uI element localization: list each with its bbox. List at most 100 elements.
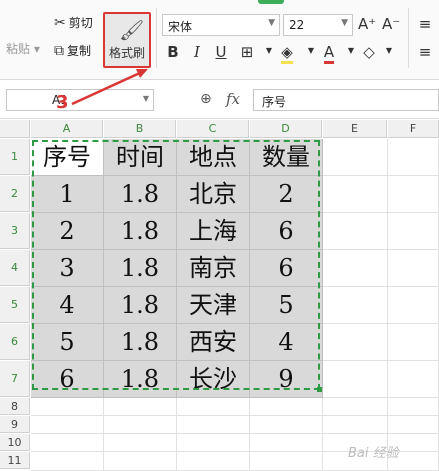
fill-handle[interactable]	[317, 387, 322, 392]
cell-b6[interactable]: 1.8	[104, 324, 177, 361]
empty-cell[interactable]	[250, 434, 323, 452]
font-name-select[interactable]: 宋体 ▼	[162, 14, 280, 36]
shrink-font-button[interactable]: A⁻	[382, 15, 400, 33]
empty-cell[interactable]	[323, 213, 388, 250]
empty-cell[interactable]	[177, 452, 250, 471]
row-header-6[interactable]: 6	[0, 324, 30, 360]
formula-input[interactable]: 序号	[253, 89, 439, 111]
cell-b2[interactable]: 1.8	[104, 176, 177, 213]
empty-cell[interactable]	[388, 324, 439, 361]
column-header-b[interactable]: B	[104, 120, 176, 138]
empty-cell[interactable]	[388, 250, 439, 287]
cell-d1[interactable]: 数量	[250, 139, 323, 176]
zoom-icon[interactable]: ⊕	[200, 91, 212, 107]
empty-cell[interactable]	[104, 416, 177, 434]
column-header-f[interactable]: F	[388, 120, 439, 138]
row-header-5[interactable]: 5	[0, 287, 30, 323]
italic-button[interactable]: I	[188, 43, 206, 61]
border-button[interactable]: ⊞	[238, 43, 256, 61]
clear-dropdown[interactable]: ▼	[380, 46, 398, 55]
cell-d3[interactable]: 6	[250, 213, 323, 250]
row-header-10[interactable]: 10	[0, 434, 30, 451]
align-button[interactable]: ≡	[416, 15, 434, 33]
empty-cell[interactable]	[323, 250, 388, 287]
column-header-e[interactable]: E	[323, 120, 387, 138]
align-button-2[interactable]: ≡	[416, 43, 434, 61]
cell-a5[interactable]: 4	[31, 287, 104, 324]
empty-cell[interactable]	[31, 434, 104, 452]
paste-button[interactable]: 粘贴 ▾	[6, 40, 40, 57]
empty-cell[interactable]	[250, 398, 323, 416]
cell-a4[interactable]: 3	[31, 250, 104, 287]
column-header-d[interactable]: D	[250, 120, 322, 138]
cell-d7[interactable]: 9	[250, 361, 323, 398]
name-box[interactable]: A1 ▼	[6, 89, 154, 111]
empty-cell[interactable]	[104, 434, 177, 452]
column-header-a[interactable]: A	[31, 120, 103, 138]
empty-cell[interactable]	[388, 176, 439, 213]
column-header-c[interactable]: C	[177, 120, 249, 138]
row-header-1[interactable]: 1	[0, 139, 30, 175]
empty-cell[interactable]	[323, 176, 388, 213]
empty-cell[interactable]	[388, 213, 439, 250]
select-all-corner[interactable]	[0, 120, 30, 138]
cell-a7[interactable]: 6	[31, 361, 104, 398]
grow-font-button[interactable]: A⁺	[358, 15, 376, 33]
empty-cell[interactable]	[31, 416, 104, 434]
empty-cell[interactable]	[177, 416, 250, 434]
empty-cell[interactable]	[323, 361, 388, 398]
empty-cell[interactable]	[31, 398, 104, 416]
empty-cell[interactable]	[177, 398, 250, 416]
fill-dropdown[interactable]: ▼	[302, 46, 320, 55]
fx-icon[interactable]: fx	[226, 90, 240, 108]
cell-c7[interactable]: 长沙	[177, 361, 250, 398]
empty-cell[interactable]	[104, 398, 177, 416]
empty-cell[interactable]	[388, 416, 439, 434]
bold-button[interactable]: B	[164, 43, 182, 61]
cell-a1[interactable]: 序号	[31, 139, 104, 176]
empty-cell[interactable]	[104, 452, 177, 471]
font-color-button[interactable]: A	[320, 43, 338, 64]
cell-c4[interactable]: 南京	[177, 250, 250, 287]
cell-d2[interactable]: 2	[250, 176, 323, 213]
cell-d5[interactable]: 5	[250, 287, 323, 324]
empty-cell[interactable]	[388, 361, 439, 398]
row-header-7[interactable]: 7	[0, 361, 30, 397]
cut-button[interactable]: ✂ 剪切	[54, 14, 93, 31]
empty-cell[interactable]	[177, 434, 250, 452]
border-dropdown[interactable]: ▼	[260, 46, 278, 55]
cell-c2[interactable]: 北京	[177, 176, 250, 213]
copy-button[interactable]: ⧉ 复制	[54, 42, 91, 59]
empty-cell[interactable]	[388, 398, 439, 416]
empty-cell[interactable]	[250, 416, 323, 434]
empty-cell[interactable]	[323, 324, 388, 361]
cell-a2[interactable]: 1	[31, 176, 104, 213]
fill-color-button[interactable]: ◈	[278, 43, 296, 64]
cell-c3[interactable]: 上海	[177, 213, 250, 250]
cell-a6[interactable]: 5	[31, 324, 104, 361]
row-header-2[interactable]: 2	[0, 176, 30, 212]
empty-cell[interactable]	[323, 398, 388, 416]
font-size-select[interactable]: 22 ▼	[283, 14, 353, 36]
clear-format-button[interactable]: ◇	[360, 43, 378, 61]
format-painter-button[interactable]: 🖌 格式刷	[103, 12, 151, 68]
row-header-8[interactable]: 8	[0, 398, 30, 415]
cell-b1[interactable]: 时间	[104, 139, 177, 176]
cell-a3[interactable]: 2	[31, 213, 104, 250]
empty-cell[interactable]	[31, 452, 104, 471]
empty-cell[interactable]	[388, 139, 439, 176]
cell-b4[interactable]: 1.8	[104, 250, 177, 287]
empty-cell[interactable]	[250, 452, 323, 471]
empty-cell[interactable]	[388, 287, 439, 324]
empty-cell[interactable]	[323, 139, 388, 176]
empty-cell[interactable]	[323, 416, 388, 434]
cell-c5[interactable]: 天津	[177, 287, 250, 324]
font-color-dropdown[interactable]: ▼	[342, 46, 360, 55]
cell-b5[interactable]: 1.8	[104, 287, 177, 324]
underline-button[interactable]: U	[212, 43, 230, 61]
cell-b7[interactable]: 1.8	[104, 361, 177, 398]
cell-b3[interactable]: 1.8	[104, 213, 177, 250]
row-header-11[interactable]: 11	[0, 452, 30, 469]
cell-d6[interactable]: 4	[250, 324, 323, 361]
row-header-9[interactable]: 9	[0, 416, 30, 433]
